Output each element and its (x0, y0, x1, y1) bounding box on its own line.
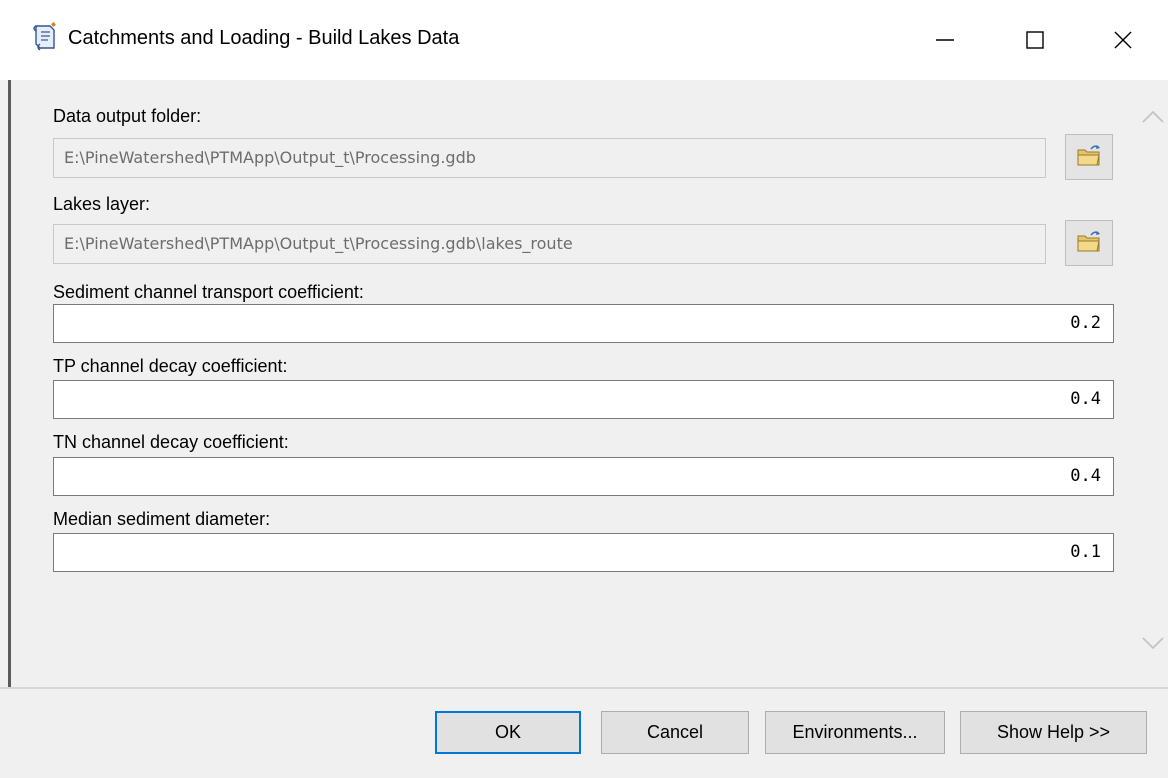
minimize-button[interactable] (900, 0, 990, 80)
scroll-down-button[interactable] (1138, 628, 1168, 658)
show-help-button[interactable]: Show Help >> (960, 711, 1147, 754)
lakes-layer-browse-button[interactable] (1065, 220, 1113, 266)
sediment-coefficient-label: Sediment channel transport coefficient: (53, 282, 364, 302)
script-tool-icon (30, 22, 60, 54)
tn-decay-coefficient-label: TN channel decay coefficient: (53, 432, 289, 452)
scroll-up-button[interactable] (1138, 102, 1168, 132)
panel-left-border (8, 80, 11, 687)
open-folder-icon (1076, 143, 1102, 172)
output-folder-label: Data output folder: (53, 106, 202, 126)
maximize-icon (1024, 29, 1046, 51)
window-title: Catchments and Loading - Build Lakes Dat… (68, 27, 460, 49)
open-folder-icon (1076, 229, 1102, 258)
minimize-icon (934, 29, 956, 51)
median-diameter-input[interactable]: 0.1 (53, 533, 1114, 572)
close-icon (1112, 29, 1134, 51)
output-folder-field[interactable]: E:\PineWatershed\PTMApp\Output_t\Process… (53, 138, 1046, 178)
chevron-up-icon (1138, 110, 1168, 136)
lakes-layer-label: Lakes layer: (53, 194, 151, 214)
tp-decay-coefficient-input[interactable]: 0.4 (53, 380, 1114, 419)
output-folder-browse-button[interactable] (1065, 134, 1113, 180)
maximize-button[interactable] (990, 0, 1080, 80)
lakes-layer-field[interactable]: E:\PineWatershed\PTMApp\Output_t\Process… (53, 224, 1046, 264)
environments-button[interactable]: Environments... (765, 711, 945, 754)
tp-decay-coefficient-label: TP channel decay coefficient: (53, 356, 288, 376)
sediment-coefficient-input[interactable]: 0.2 (53, 304, 1114, 343)
cancel-button[interactable]: Cancel (601, 711, 749, 754)
ok-button[interactable]: OK (435, 711, 581, 754)
median-diameter-label: Median sediment diameter: (53, 509, 271, 529)
close-button[interactable] (1078, 0, 1168, 80)
chevron-down-icon (1138, 637, 1168, 662)
tool-dialog: Catchments and Loading - Build Lakes Dat… (0, 0, 1168, 778)
title-bar[interactable]: Catchments and Loading - Build Lakes Dat… (0, 0, 1168, 80)
tn-decay-coefficient-input[interactable]: 0.4 (53, 457, 1114, 496)
